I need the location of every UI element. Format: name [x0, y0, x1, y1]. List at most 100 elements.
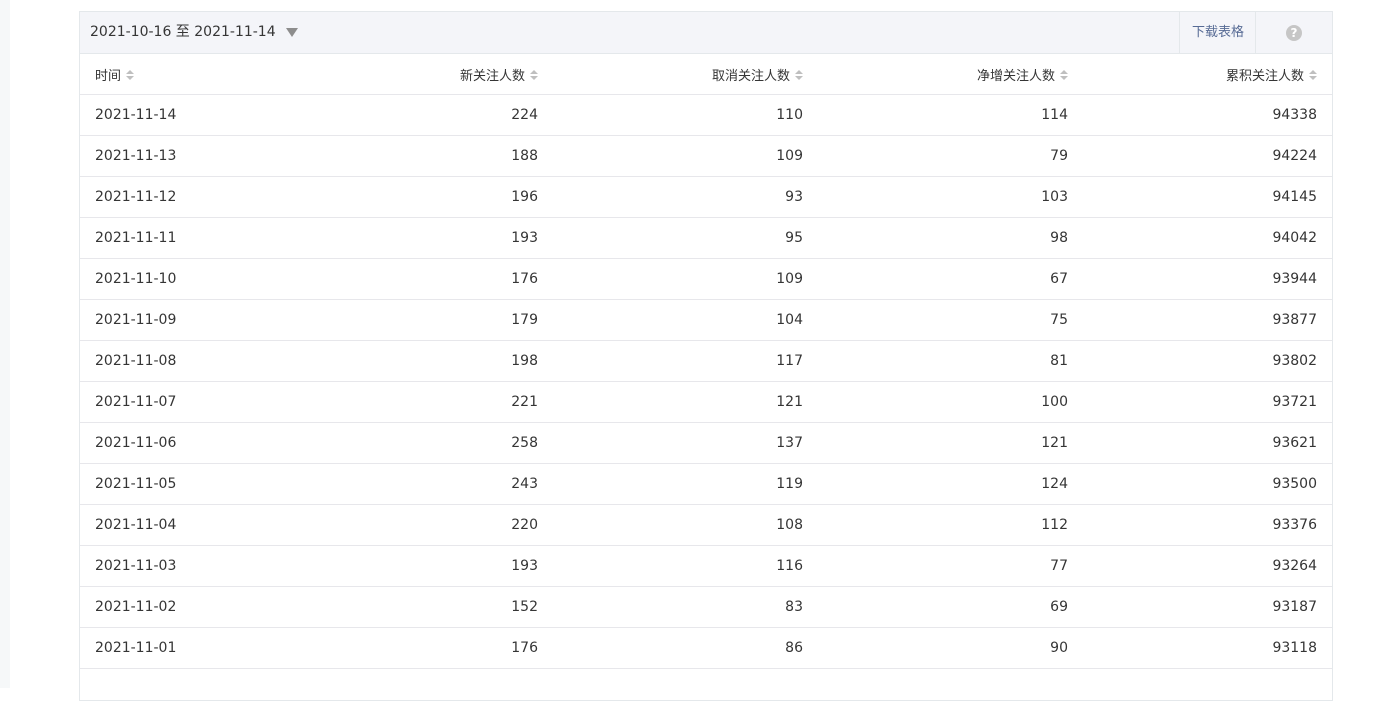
unfollowers-cell: 119 — [538, 463, 803, 505]
cumulative-cell: 93944 — [1068, 258, 1332, 300]
table-row: 2021-11-04 220 108 112 93376 — [80, 504, 1332, 546]
new-followers-cell: 176 — [280, 258, 538, 300]
unfollowers-cell: 109 — [538, 135, 803, 177]
column-header-label: 新关注人数 — [459, 68, 525, 84]
column-header-cumulative[interactable]: 累积关注人数 — [1068, 54, 1332, 95]
new-followers-cell: 221 — [280, 381, 538, 423]
net-growth-cell: 69 — [803, 586, 1068, 628]
cumulative-cell: 94145 — [1068, 176, 1332, 218]
column-header-unfollowers[interactable]: 取消关注人数 — [538, 54, 803, 95]
column-header-label: 净增关注人数 — [976, 68, 1055, 84]
net-growth-cell: 103 — [803, 176, 1068, 218]
date-cell: 2021-11-13 — [80, 135, 280, 177]
table-row: 2021-11-01 176 86 90 93118 — [80, 627, 1332, 669]
sort-icon[interactable] — [126, 70, 135, 80]
unfollowers-cell: 137 — [538, 422, 803, 464]
unfollowers-cell: 93 — [538, 176, 803, 218]
new-followers-cell: 188 — [280, 135, 538, 177]
sort-icon[interactable] — [1060, 70, 1068, 80]
cumulative-cell: 94338 — [1068, 94, 1332, 136]
date-cell: 2021-11-02 — [80, 586, 280, 628]
date-range-selector[interactable]: 2021-10-16 至 2021-11-14 — [90, 12, 298, 53]
new-followers-cell: 198 — [280, 340, 538, 382]
column-header-time[interactable]: 时间 — [80, 54, 280, 95]
unfollowers-cell: 86 — [538, 627, 803, 669]
table-toolbar: 2021-10-16 至 2021-11-14 下载表格 ? — [80, 12, 1332, 54]
unfollowers-cell: 83 — [538, 586, 803, 628]
new-followers-cell: 176 — [280, 627, 538, 669]
column-header-label: 时间 — [95, 68, 122, 84]
table-header-row: 时间 新关注人数 取消关注人数 净增关注人数 累积关注人数 — [80, 54, 1332, 95]
stats-panel: 2021-10-16 至 2021-11-14 下载表格 ? 时间 新关注人数 … — [79, 11, 1333, 701]
column-header-new-followers[interactable]: 新关注人数 — [280, 54, 538, 95]
table-row: 2021-11-06 258 137 121 93621 — [80, 422, 1332, 464]
date-cell: 2021-11-11 — [80, 217, 280, 259]
date-cell: 2021-11-14 — [80, 94, 280, 136]
unfollowers-cell: 108 — [538, 504, 803, 546]
table-row: 2021-11-03 193 116 77 93264 — [80, 545, 1332, 587]
followers-table: 时间 新关注人数 取消关注人数 净增关注人数 累积关注人数 2021-11-14… — [80, 54, 1332, 669]
date-cell: 2021-11-03 — [80, 545, 280, 587]
net-growth-cell: 90 — [803, 627, 1068, 669]
net-growth-cell: 114 — [803, 94, 1068, 136]
sort-icon[interactable] — [795, 70, 803, 80]
table-row: 2021-11-02 152 83 69 93187 — [80, 586, 1332, 628]
date-cell: 2021-11-09 — [80, 299, 280, 341]
new-followers-cell: 193 — [280, 217, 538, 259]
cumulative-cell: 94224 — [1068, 135, 1332, 177]
new-followers-cell: 193 — [280, 545, 538, 587]
cumulative-cell: 93621 — [1068, 422, 1332, 464]
column-header-label: 累积关注人数 — [1225, 68, 1304, 84]
date-cell: 2021-11-08 — [80, 340, 280, 382]
unfollowers-cell: 104 — [538, 299, 803, 341]
new-followers-cell: 243 — [280, 463, 538, 505]
date-cell: 2021-11-06 — [80, 422, 280, 464]
table-row: 2021-11-11 193 95 98 94042 — [80, 217, 1332, 259]
table-body: 2021-11-14 224 110 114 94338 2021-11-13 188 109… — [80, 94, 1332, 669]
net-growth-cell: 77 — [803, 545, 1068, 587]
download-table-button[interactable]: 下载表格 — [1179, 12, 1256, 53]
net-growth-cell: 100 — [803, 381, 1068, 423]
date-cell: 2021-11-07 — [80, 381, 280, 423]
cumulative-cell: 93802 — [1068, 340, 1332, 382]
cumulative-cell: 93500 — [1068, 463, 1332, 505]
table-row: 2021-11-09 179 104 75 93877 — [80, 299, 1332, 341]
unfollowers-cell: 95 — [538, 217, 803, 259]
date-range-label: 2021-10-16 至 2021-11-14 — [90, 24, 276, 40]
date-cell: 2021-11-05 — [80, 463, 280, 505]
new-followers-cell: 152 — [280, 586, 538, 628]
new-followers-cell: 179 — [280, 299, 538, 341]
cumulative-cell: 93264 — [1068, 545, 1332, 587]
unfollowers-cell: 110 — [538, 94, 803, 136]
cumulative-cell: 93721 — [1068, 381, 1332, 423]
unfollowers-cell: 117 — [538, 340, 803, 382]
table-row: 2021-11-05 243 119 124 93500 — [80, 463, 1332, 505]
new-followers-cell: 220 — [280, 504, 538, 546]
table-row: 2021-11-13 188 109 79 94224 — [80, 135, 1332, 177]
cumulative-cell: 93376 — [1068, 504, 1332, 546]
net-growth-cell: 79 — [803, 135, 1068, 177]
new-followers-cell: 258 — [280, 422, 538, 464]
new-followers-cell: 196 — [280, 176, 538, 218]
date-cell: 2021-11-12 — [80, 176, 280, 218]
table-row: 2021-11-14 224 110 114 94338 — [80, 94, 1332, 136]
column-header-label: 取消关注人数 — [711, 68, 790, 84]
sort-icon[interactable] — [530, 70, 538, 80]
table-row: 2021-11-08 198 117 81 93802 — [80, 340, 1332, 382]
cumulative-cell: 93187 — [1068, 586, 1332, 628]
net-growth-cell: 112 — [803, 504, 1068, 546]
new-followers-cell: 224 — [280, 94, 538, 136]
unfollowers-cell: 109 — [538, 258, 803, 300]
page-left-strip — [0, 0, 10, 688]
net-growth-cell: 121 — [803, 422, 1068, 464]
column-header-net-growth[interactable]: 净增关注人数 — [803, 54, 1068, 95]
help-icon: ? — [1286, 24, 1302, 41]
sort-icon[interactable] — [1309, 70, 1317, 80]
net-growth-cell: 75 — [803, 299, 1068, 341]
unfollowers-cell: 116 — [538, 545, 803, 587]
table-row: 2021-11-12 196 93 103 94145 — [80, 176, 1332, 218]
help-button[interactable]: ? — [1255, 12, 1332, 53]
unfollowers-cell: 121 — [538, 381, 803, 423]
table-row: 2021-11-07 221 121 100 93721 — [80, 381, 1332, 423]
cumulative-cell: 94042 — [1068, 217, 1332, 259]
